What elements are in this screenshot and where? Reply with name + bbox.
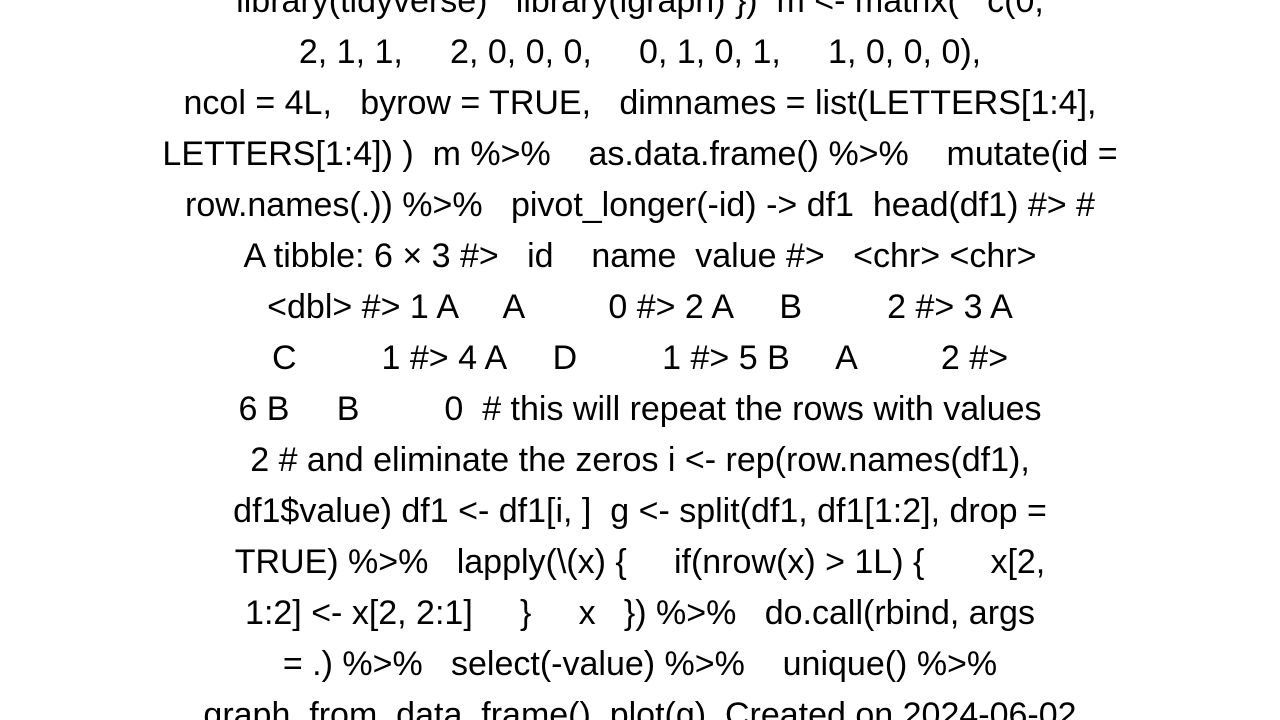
page: library(tidyverse) library(igraph) }) m … [0, 0, 1280, 720]
code-snippet-text: library(tidyverse) library(igraph) }) m … [162, 0, 1117, 720]
